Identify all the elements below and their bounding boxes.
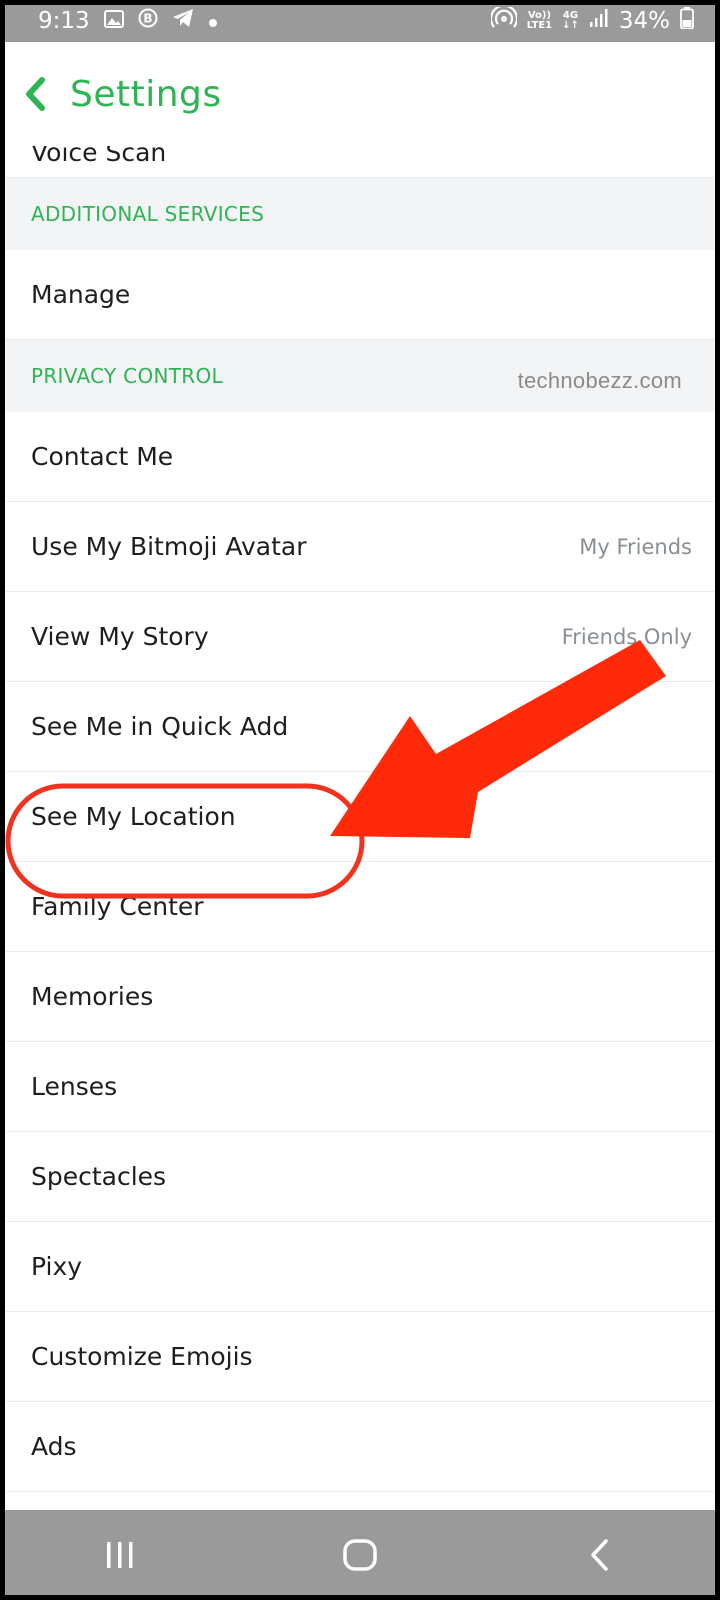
list-item-memories[interactable]: Memories [0, 952, 720, 1042]
battery-icon [680, 7, 694, 35]
list-item-ads[interactable]: Ads [0, 1402, 720, 1492]
list-item-label: Customize Emojis [31, 1342, 253, 1371]
nav-bar [0, 1510, 720, 1600]
section-header-privacy-control: PRIVACY CONTROL technobezz.com [0, 340, 720, 412]
b-badge-icon: B [138, 8, 158, 34]
list-item-spectacles[interactable]: Spectacles [0, 1132, 720, 1222]
list-item-voice-scan[interactable]: Voice Scan [0, 146, 720, 178]
dot-icon [208, 8, 218, 34]
page-title: Settings [70, 73, 222, 115]
back-icon[interactable] [570, 1530, 630, 1580]
list-item-label: Manage [31, 280, 131, 309]
list-item-label: Voice Scan [31, 146, 167, 167]
status-bar: 9:13 B Vo)) LTE1 4G ↓↑ 34% [0, 0, 720, 42]
home-icon[interactable] [330, 1530, 390, 1580]
network-label: Vo)) LTE1 [526, 10, 553, 31]
list-item-label: Ads [31, 1432, 77, 1461]
list-item-label: Pixy [31, 1252, 83, 1281]
list-item-label: Family Center [31, 892, 204, 921]
list-item-pixy[interactable]: Pixy [0, 1222, 720, 1312]
battery-percent: 34% [618, 8, 670, 34]
signal-icon [589, 8, 609, 34]
section-header-additional-services: ADDITIONAL SERVICES [0, 178, 720, 250]
settings-list[interactable]: Voice Scan ADDITIONAL SERVICES Manage PR… [0, 146, 720, 1510]
list-item-label: Memories [31, 982, 154, 1011]
list-item-value: Friends Only [561, 624, 692, 649]
list-item-label: Spectacles [31, 1162, 167, 1191]
list-item-label: View My Story [31, 622, 209, 651]
list-item-label: Use My Bitmoji Avatar [31, 532, 307, 561]
recents-icon[interactable] [90, 1530, 150, 1580]
list-item-view-my-story[interactable]: View My Story Friends Only [0, 592, 720, 682]
list-item-label: Contact Me [31, 442, 174, 471]
watermark: technobezz.com [517, 368, 682, 393]
list-item-see-me-in-quick-add[interactable]: See Me in Quick Add [0, 682, 720, 772]
list-item-customize-emojis[interactable]: Customize Emojis [0, 1312, 720, 1402]
svg-text:B: B [143, 12, 152, 26]
list-item-lenses[interactable]: Lenses [0, 1042, 720, 1132]
hotspot-icon [489, 4, 518, 35]
telegram-icon [172, 8, 194, 34]
list-item-label: See My Location [31, 802, 236, 831]
status-time: 9:13 [38, 8, 90, 34]
list-item-manage[interactable]: Manage [0, 250, 720, 340]
list-item-family-center[interactable]: Family Center [0, 862, 720, 952]
list-item-contact-me[interactable]: Contact Me [0, 412, 720, 502]
image-icon [103, 8, 124, 34]
list-item-value: My Friends [579, 534, 692, 559]
list-item-label: See Me in Quick Add [31, 712, 289, 741]
chevron-left-icon[interactable] [22, 74, 62, 114]
list-item-label: Lenses [31, 1072, 118, 1101]
header: Settings [0, 42, 720, 146]
list-item-use-my-bitmoji-avatar[interactable]: Use My Bitmoji Avatar My Friends [0, 502, 720, 592]
signal-type-label: 4G ↓↑ [562, 10, 579, 31]
list-item-see-my-location[interactable]: See My Location [0, 772, 720, 862]
